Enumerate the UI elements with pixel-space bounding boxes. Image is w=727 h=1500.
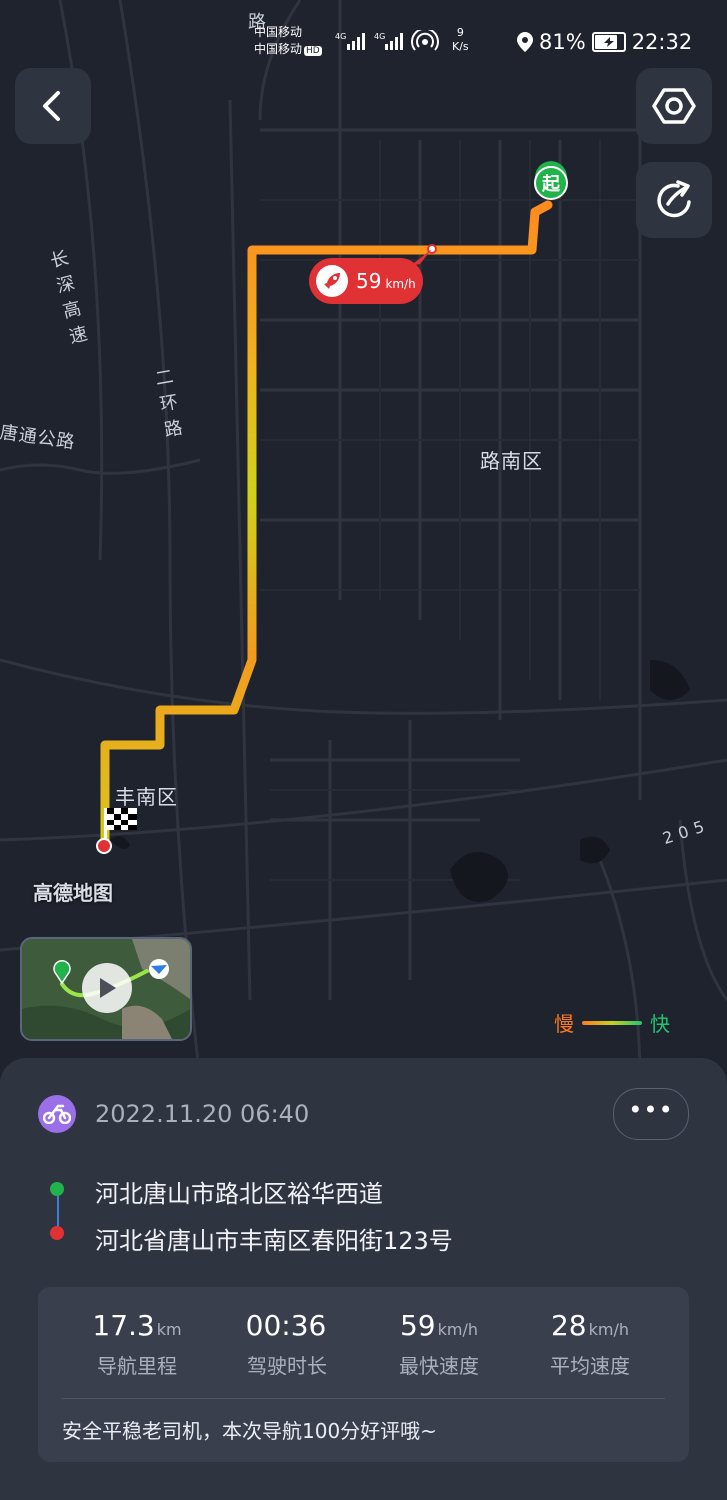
motorcycle-icon: [38, 1095, 76, 1133]
more-options-button[interactable]: •••: [613, 1088, 689, 1140]
battery-charging-icon: [591, 32, 626, 52]
max-speed-unit: km/h: [385, 277, 416, 291]
trip-summary-panel: 2022.11.20 06:40 ••• 河北唐山市路北区裕华西道 河北省唐山市…: [0, 1058, 727, 1500]
status-right: 81% 22:32: [517, 30, 692, 54]
network-1: 4G: [335, 32, 346, 41]
stat-unit: km/h: [588, 1320, 630, 1339]
trip-stats-card: 17.3 km 导航里程 00:36 驾驶时长 59 km/h 最快速度 28 km/…: [38, 1287, 689, 1462]
carrier-1: 中国移动: [254, 25, 303, 39]
more-options-label: •••: [628, 1096, 674, 1124]
stat-value: 17.3: [92, 1309, 155, 1342]
trip-datetime: 2022.11.20 06:40: [95, 1100, 310, 1128]
net-speed-value: 9: [456, 26, 464, 39]
stats-divider: [62, 1398, 665, 1399]
stat-distance: 17.3 km 导航里程: [62, 1309, 212, 1379]
settings-button[interactable]: [636, 68, 712, 144]
clock: 22:32: [631, 30, 693, 54]
start-address: 河北唐山市路北区裕华西道: [95, 1180, 383, 1208]
legend-slow: 慢: [554, 1012, 574, 1036]
start-marker[interactable]: 起: [534, 161, 568, 200]
share-button[interactable]: [636, 162, 712, 238]
stat-label: 导航里程: [97, 1354, 177, 1378]
stat-unit: km: [156, 1320, 182, 1339]
replay-thumbnail[interactable]: [20, 937, 192, 1041]
district-fengnan-label: 丰南区: [115, 785, 178, 809]
max-speed-value: 59: [356, 269, 382, 293]
play-button[interactable]: [82, 963, 132, 1013]
signal-icon: 4G 4G: [335, 27, 445, 56]
legend-gradient-bar: [582, 1020, 642, 1025]
route-connector: [57, 1196, 59, 1230]
status-bar: 中国移动 中国移动 HD 4G 4G 9 K/s 81% 22:32: [0, 0, 727, 88]
network-speed: 9 K/s: [452, 26, 469, 54]
end-address: 河北省唐山市丰南区春阳街123号: [95, 1227, 453, 1255]
trip-comment: 安全平稳老司机，本次导航100分好评哦~: [62, 1419, 437, 1443]
stat-label: 最快速度: [399, 1354, 479, 1378]
district-lunan-label: 路南区: [480, 449, 543, 473]
stat-value: 59: [399, 1309, 436, 1342]
net-speed-unit: K/s: [452, 40, 469, 53]
stat-unit: km/h: [437, 1320, 479, 1339]
carrier-info: 中国移动 中国移动 HD: [254, 24, 322, 60]
network-2: 4G: [374, 32, 385, 41]
stat-duration: 00:36 驾驶时长: [212, 1309, 362, 1379]
wifi-hotspot-icon: [411, 27, 439, 51]
end-marker[interactable]: [96, 838, 112, 854]
stat-max-speed: 59 km/h 最快速度: [364, 1309, 514, 1379]
stat-avg-speed: 28 km/h 平均速度: [515, 1309, 665, 1379]
start-marker-label: 起: [541, 173, 561, 195]
battery-percent: 81%: [539, 30, 586, 54]
end-dot: [50, 1226, 64, 1240]
hd-badge: HD: [304, 46, 322, 56]
amap-watermark: 高德地图: [33, 881, 113, 905]
stat-value: 28: [550, 1309, 587, 1342]
stat-value: 00:36: [245, 1309, 327, 1342]
hexagon-settings-icon: [652, 88, 696, 124]
share-icon: [657, 180, 691, 218]
stat-label: 驾驶时长: [247, 1354, 327, 1378]
max-speed-bubble: 59 km/h: [309, 258, 423, 304]
carrier-2: 中国移动: [254, 42, 303, 56]
rocket-icon: [316, 265, 348, 297]
start-dot: [50, 1182, 64, 1196]
chevron-left-icon: [43, 91, 60, 121]
back-button[interactable]: [15, 68, 91, 144]
legend-fast: 快: [650, 1012, 670, 1036]
stat-label: 平均速度: [550, 1354, 630, 1378]
route-map[interactable]: 起: [0, 0, 727, 1080]
speed-legend: 慢 快: [554, 1008, 670, 1037]
location-icon: [517, 32, 533, 52]
play-icon: [100, 978, 116, 998]
